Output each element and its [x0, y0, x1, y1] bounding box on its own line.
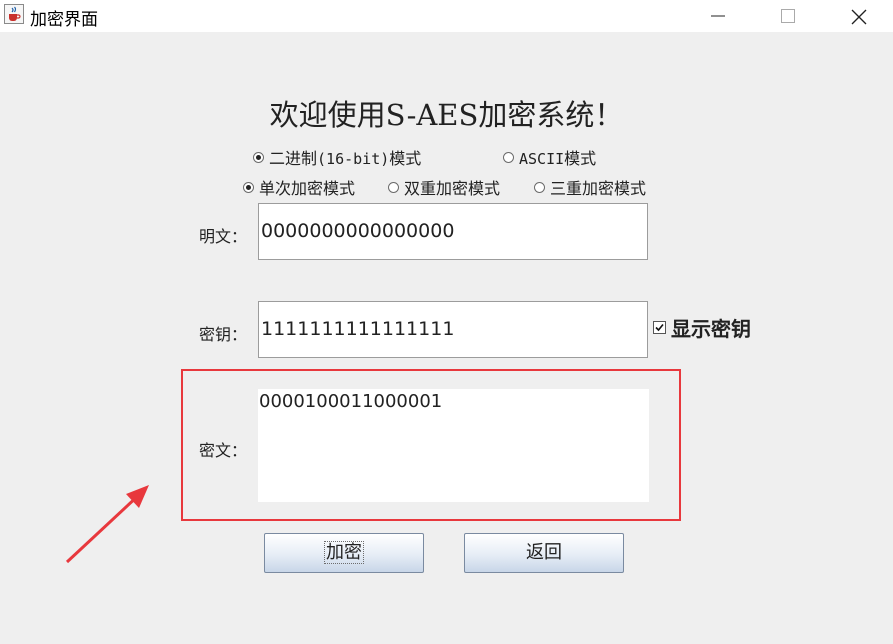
key-input[interactable]: 1111111111111111 — [258, 301, 648, 358]
radio-binary-mode[interactable]: 二进制(16-bit)模式 — [253, 145, 421, 169]
close-button[interactable] — [835, 0, 881, 32]
plaintext-input[interactable]: 0000000000000000 — [258, 203, 648, 260]
radio-unselected-icon — [503, 151, 514, 163]
show-key-label: 显示密钥 — [671, 317, 751, 341]
radio-label: 双重加密模式 — [404, 179, 501, 198]
maximize-icon — [781, 9, 795, 23]
minimize-icon — [711, 15, 725, 17]
window-title: 加密界面 — [30, 10, 98, 30]
checkbox-checked-icon — [653, 321, 666, 334]
title-bar: 加密界面 — [0, 0, 893, 32]
radio-label: 三重加密模式 — [550, 179, 647, 198]
radio-label: ASCII模式 — [519, 149, 597, 168]
radio-unselected-icon — [388, 181, 399, 193]
radio-ascii-mode[interactable]: ASCII模式 — [503, 145, 596, 169]
encrypt-button-label: 加密 — [324, 541, 364, 564]
radio-label: 二进制(16-bit)模式 — [269, 149, 422, 168]
back-button-label: 返回 — [526, 542, 562, 563]
radio-unselected-icon — [534, 181, 545, 193]
maximize-button[interactable] — [765, 0, 811, 32]
minimize-button[interactable] — [695, 0, 741, 32]
close-icon — [851, 9, 867, 25]
annotation-arrow-icon — [65, 485, 149, 564]
radio-selected-icon — [253, 151, 264, 163]
ciphertext-output[interactable]: 0000100011000001 — [258, 389, 649, 502]
java-cup-icon — [4, 4, 24, 24]
radio-double-encrypt[interactable]: 双重加密模式 — [388, 175, 500, 199]
radio-selected-icon — [243, 181, 254, 193]
radio-label: 单次加密模式 — [259, 179, 356, 198]
ciphertext-label: 密文： — [199, 441, 248, 460]
page-title: 欢迎使用S-AES加密系统！ — [269, 98, 624, 132]
radio-single-encrypt[interactable]: 单次加密模式 — [243, 175, 355, 199]
back-button[interactable]: 返回 — [464, 533, 624, 573]
show-key-checkbox[interactable]: 显示密钥 — [653, 313, 751, 342]
plaintext-label: 明文： — [199, 227, 248, 246]
key-label: 密钥： — [199, 325, 248, 344]
encrypt-button[interactable]: 加密 — [264, 533, 424, 573]
radio-triple-encrypt[interactable]: 三重加密模式 — [534, 175, 646, 199]
